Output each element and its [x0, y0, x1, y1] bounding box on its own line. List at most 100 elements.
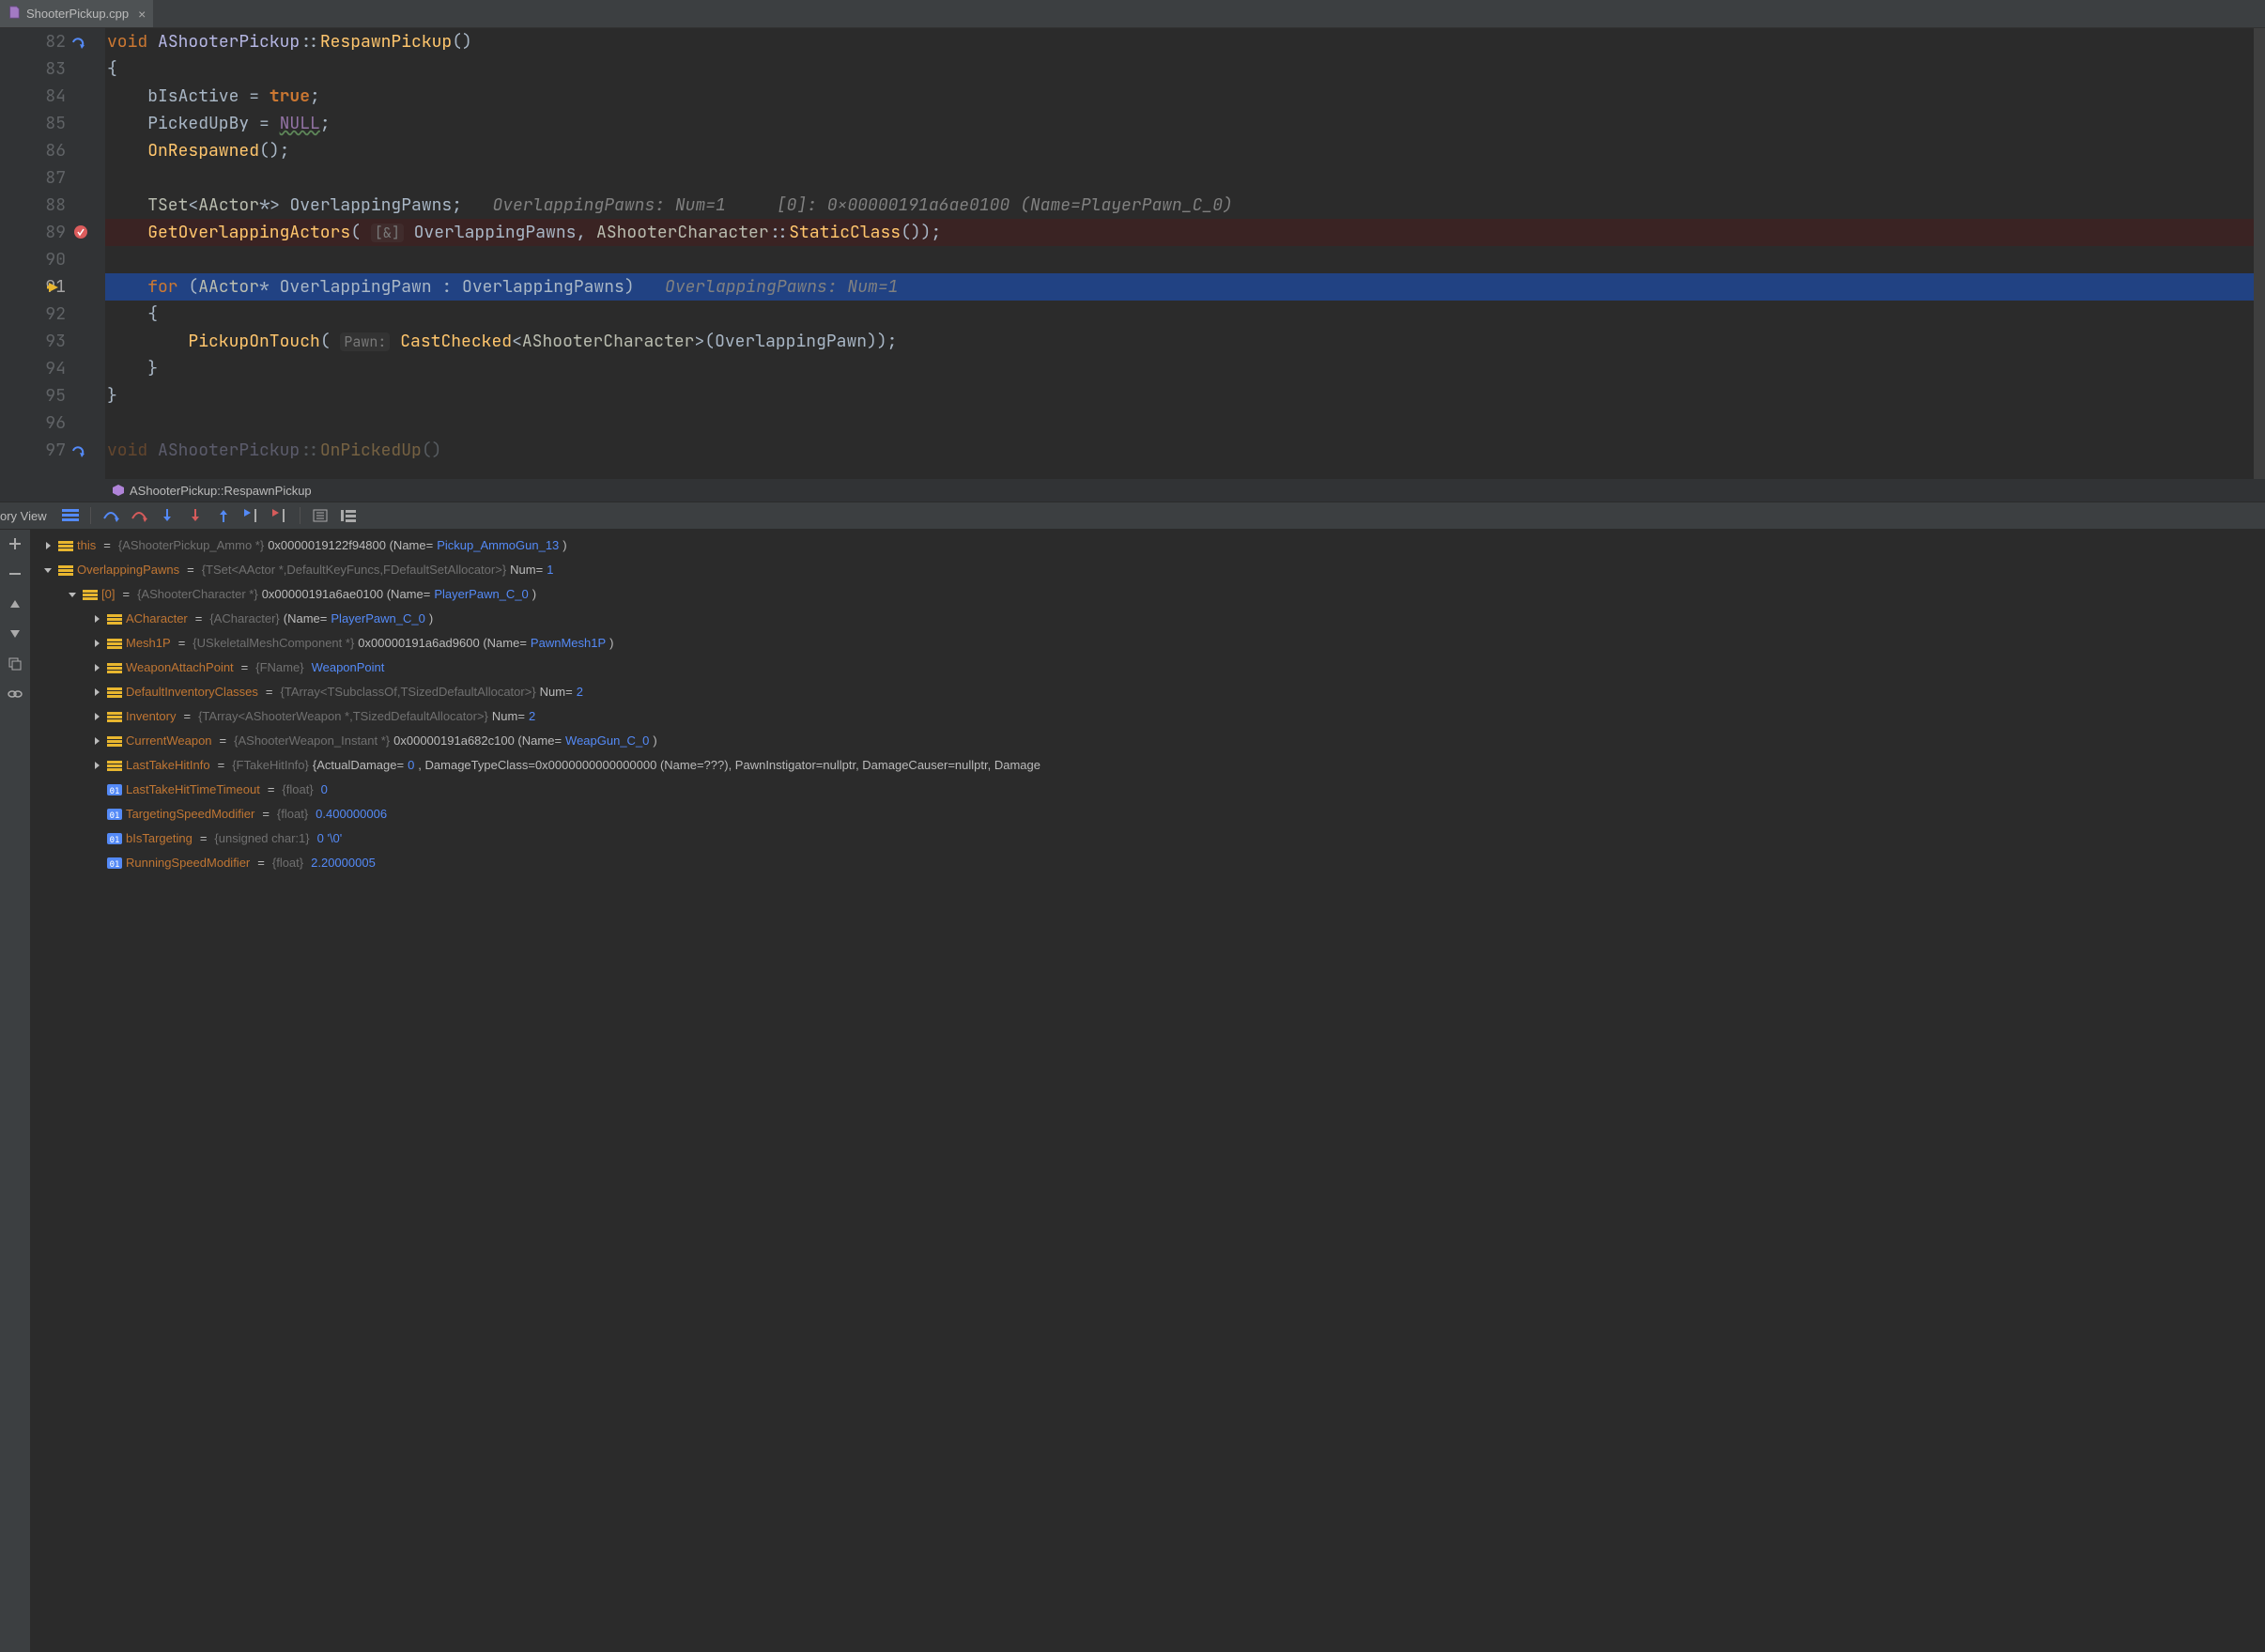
chevron-right-icon[interactable]: [90, 686, 103, 699]
breadcrumb-symbol[interactable]: AShooterPickup::RespawnPickup: [130, 484, 312, 498]
stack-frames-icon[interactable]: [58, 504, 83, 527]
variable-row[interactable]: LastTakeHitInfo={FTakeHitInfo} {ActualDa…: [30, 753, 2265, 778]
variables-tree[interactable]: this={AShooterPickup_Ammo *} 0x000001912…: [30, 530, 2265, 1652]
variable-name: [0]: [101, 582, 115, 607]
variable-type: {float}: [272, 851, 303, 875]
link-icon[interactable]: [5, 684, 25, 704]
variable-row[interactable]: CurrentWeapon={AShooterWeapon_Instant *}…: [30, 729, 2265, 753]
variable-value-link[interactable]: PawnMesh1P: [531, 631, 606, 656]
variable-row[interactable]: WeaponAttachPoint={FName} WeaponPoint: [30, 656, 2265, 680]
chevron-right-icon[interactable]: [90, 612, 103, 625]
code-line[interactable]: }: [105, 382, 2265, 409]
line-number: 94: [0, 355, 66, 382]
file-tab[interactable]: ShooterPickup.cpp ×: [0, 0, 153, 27]
evaluate-expression-icon[interactable]: [308, 504, 332, 527]
svg-text:01: 01: [110, 836, 120, 845]
code-line[interactable]: [105, 164, 2265, 192]
variable-value-link[interactable]: WeapGun_C_0: [565, 729, 649, 753]
variable-row[interactable]: 01LastTakeHitTimeTimeout={float} 0: [30, 778, 2265, 802]
code-line[interactable]: {: [105, 55, 2265, 83]
code-line[interactable]: GetOverlappingActors( [&] OverlappingPaw…: [105, 219, 2265, 246]
add-watch-icon[interactable]: [5, 533, 25, 554]
line-number: 88: [0, 192, 66, 219]
variable-type: {AShooterWeapon_Instant *}: [234, 729, 390, 753]
chevron-right-icon[interactable]: [90, 661, 103, 674]
chevron-right-icon[interactable]: [90, 759, 103, 772]
code-line[interactable]: void AShooterPickup::OnPickedUp(): [105, 437, 2265, 464]
chevron-down-icon[interactable]: [41, 564, 54, 577]
code-content[interactable]: void AShooterPickup::RespawnPickup(){ bI…: [105, 28, 2265, 479]
svg-text:01: 01: [110, 787, 120, 796]
variable-type: {TArray<AShooterWeapon *,TSizedDefaultAl…: [198, 704, 488, 729]
code-editor[interactable]: 82838485868788899091929394959697 void AS…: [0, 28, 2265, 479]
line-number-gutter: 82838485868788899091929394959697: [0, 28, 94, 479]
step-over-icon[interactable]: [99, 504, 123, 527]
variable-name: TargetingSpeedModifier: [126, 802, 254, 826]
chevron-right-icon[interactable]: [90, 637, 103, 650]
force-step-over-icon[interactable]: [127, 504, 151, 527]
code-line[interactable]: for (AActor* OverlappingPawn : Overlappi…: [105, 273, 2265, 301]
variable-name: DefaultInventoryClasses: [126, 680, 258, 704]
force-step-into-icon[interactable]: [183, 504, 208, 527]
code-line[interactable]: OnRespawned();: [105, 137, 2265, 164]
chevron-right-icon[interactable]: [90, 734, 103, 748]
code-line[interactable]: TSet<AActor*> OverlappingPawns; Overlapp…: [105, 192, 2265, 219]
variable-row[interactable]: Mesh1P={USkeletalMeshComponent *} 0x0000…: [30, 631, 2265, 656]
object-icon: [107, 637, 122, 650]
object-icon: [107, 734, 122, 748]
chevron-right-icon[interactable]: [41, 539, 54, 552]
variable-value-link[interactable]: Pickup_AmmoGun_13: [437, 533, 559, 558]
variable-type: {TArray<TSubclassOf,TSizedDefaultAllocat…: [281, 680, 536, 704]
variable-type: {FTakeHitInfo}: [232, 753, 309, 778]
chevron-right-icon[interactable]: [90, 710, 103, 723]
code-line[interactable]: {: [105, 301, 2265, 328]
trace-icon[interactable]: [336, 504, 361, 527]
breakpoint-icon[interactable]: [73, 221, 88, 248]
variable-row[interactable]: Inventory={TArray<AShooterWeapon *,TSize…: [30, 704, 2265, 729]
variable-name: CurrentWeapon: [126, 729, 212, 753]
chevron-down-icon[interactable]: [66, 588, 79, 601]
code-line[interactable]: [105, 409, 2265, 437]
variable-row[interactable]: this={AShooterPickup_Ammo *} 0x000001912…: [30, 533, 2265, 558]
line-number: 90: [0, 246, 66, 273]
variable-name: WeaponAttachPoint: [126, 656, 234, 680]
variable-row[interactable]: ACharacter={ACharacter} (Name=PlayerPawn…: [30, 607, 2265, 631]
editor-scrollbar[interactable]: [2254, 28, 2265, 479]
breadcrumb-bar: AShooterPickup::RespawnPickup: [0, 479, 2265, 502]
variable-value-link[interactable]: WeaponPoint: [312, 656, 385, 680]
step-into-icon[interactable]: [155, 504, 179, 527]
remove-watch-icon[interactable]: [5, 564, 25, 584]
code-line[interactable]: PickupOnTouch( Pawn: CastChecked<AShoote…: [105, 328, 2265, 355]
skip-to-cursor-icon[interactable]: [268, 504, 292, 527]
move-up-icon[interactable]: [5, 594, 25, 614]
code-line[interactable]: PickedUpBy = NULL;: [105, 110, 2265, 137]
svg-text:01: 01: [110, 811, 120, 821]
variable-row[interactable]: 01TargetingSpeedModifier={float} 0.40000…: [30, 802, 2265, 826]
code-line[interactable]: bIsActive = true;: [105, 83, 2265, 110]
debug-side-toolbar: [0, 530, 30, 1652]
variable-row[interactable]: 01bIsTargeting={unsigned char:1} 0 '\0': [30, 826, 2265, 851]
code-line[interactable]: void AShooterPickup::RespawnPickup(): [105, 28, 2265, 55]
line-number: 82: [0, 28, 66, 55]
variable-value: 0 '\0': [317, 826, 343, 851]
memory-view-label: ory View: [0, 509, 54, 523]
move-down-icon[interactable]: [5, 624, 25, 644]
variable-value-link[interactable]: PlayerPawn_C_0: [331, 607, 424, 631]
code-line[interactable]: [105, 246, 2265, 273]
code-line[interactable]: }: [105, 355, 2265, 382]
run-to-cursor-icon[interactable]: [239, 504, 264, 527]
debug-toolbar: ory View: [0, 502, 2265, 530]
close-tab-icon[interactable]: ×: [138, 7, 146, 22]
variable-row[interactable]: DefaultInventoryClasses={TArray<TSubclas…: [30, 680, 2265, 704]
line-number: 95: [0, 382, 66, 409]
variable-type: {AShooterCharacter *}: [137, 582, 258, 607]
step-out-icon[interactable]: [211, 504, 236, 527]
copy-icon[interactable]: [5, 654, 25, 674]
line-number: 96: [0, 409, 66, 437]
variable-row[interactable]: OverlappingPawns={TSet<AActor *,DefaultK…: [30, 558, 2265, 582]
variable-row[interactable]: 01RunningSpeedModifier={float} 2.2000000…: [30, 851, 2265, 875]
object-icon: [58, 539, 73, 552]
file-tab-label: ShooterPickup.cpp: [26, 7, 129, 21]
variable-row[interactable]: [0]={AShooterCharacter *} 0x00000191a6ae…: [30, 582, 2265, 607]
variable-value-link[interactable]: PlayerPawn_C_0: [434, 582, 528, 607]
